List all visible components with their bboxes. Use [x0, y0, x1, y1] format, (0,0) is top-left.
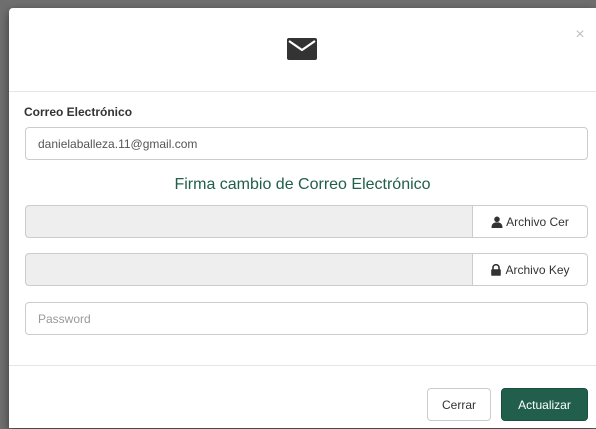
email-input[interactable]	[25, 127, 588, 160]
key-file-display	[25, 253, 472, 286]
modal-footer: Cerrar Actualizar	[9, 365, 596, 429]
cer-file-button[interactable]: Archivo Cer	[472, 205, 588, 238]
cer-file-display	[25, 205, 472, 238]
email-label: Correo Electrónico	[24, 105, 133, 119]
key-file-button[interactable]: Archivo Key	[472, 253, 588, 286]
modal-header: ×	[9, 8, 596, 92]
close-button[interactable]: ×	[572, 26, 588, 44]
close-modal-button[interactable]: Cerrar	[427, 388, 491, 421]
cer-file-group: Archivo Cer	[25, 205, 588, 238]
lock-icon	[491, 263, 502, 276]
update-button[interactable]: Actualizar	[501, 388, 588, 421]
change-email-modal: × Correo Electrónico Firma cambio de Cor…	[9, 8, 596, 428]
cer-button-label: Archivo Cer	[506, 214, 569, 229]
key-file-group: Archivo Key	[25, 253, 588, 286]
envelope-icon	[287, 38, 317, 60]
section-title: Firma cambio de Correo Electrónico	[174, 176, 431, 193]
password-input[interactable]	[25, 302, 588, 335]
user-icon	[491, 216, 503, 228]
key-button-label: Archivo Key	[505, 262, 570, 277]
